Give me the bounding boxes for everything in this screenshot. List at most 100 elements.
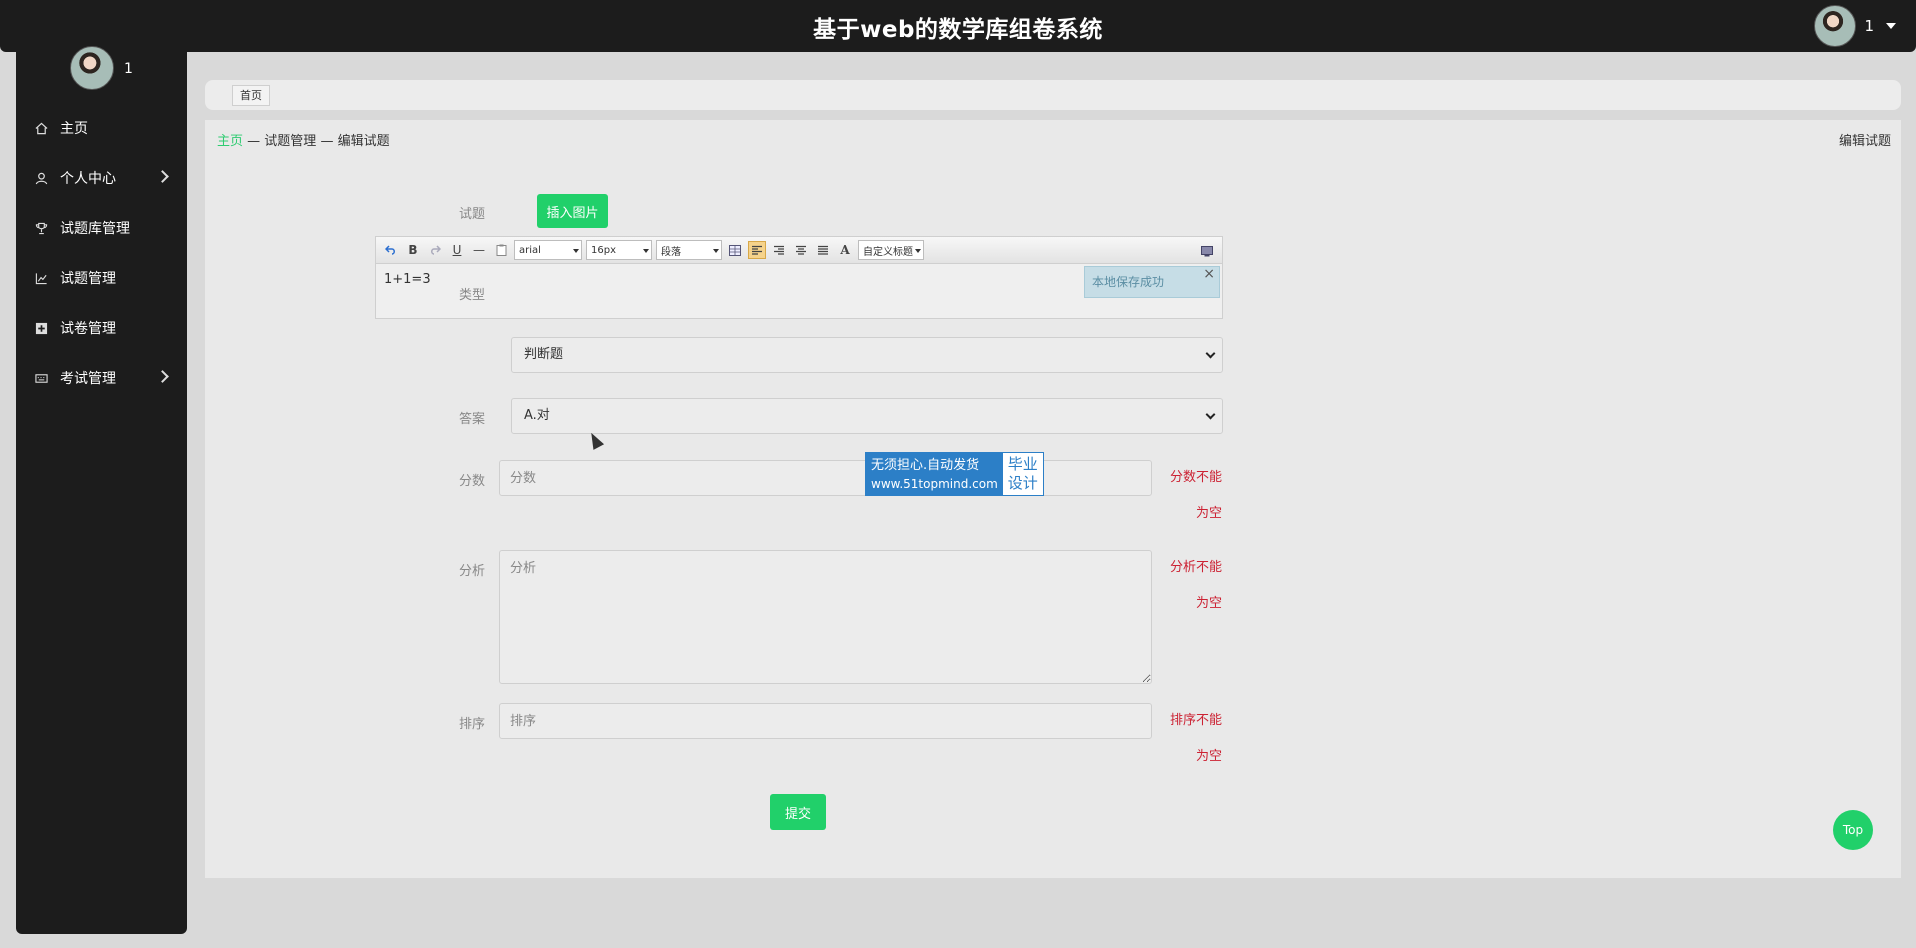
- sidebar-avatar: [70, 46, 114, 90]
- custom-title-select[interactable]: 自定义标题: [858, 240, 924, 260]
- insert-image-button[interactable]: 插入图片: [537, 194, 608, 228]
- sidebar-item-label: 试题管理: [60, 271, 116, 287]
- align-justify-icon[interactable]: [814, 241, 832, 259]
- breadcrumb-separator: —: [320, 134, 334, 149]
- watermark-left: 无须担心.自动发货 www.51topmind.com: [866, 453, 1003, 495]
- rich-text-editor: B U — arial 16px 段落 A 自定义标题 1+1=3 本地保存成功…: [375, 236, 1223, 319]
- trophy-icon: [34, 221, 48, 235]
- order-error-line2: 为空: [1195, 749, 1222, 764]
- answer-label: 答案: [458, 412, 485, 427]
- type-select[interactable]: 判断题: [511, 337, 1223, 373]
- score-error-line2: 为空: [1195, 506, 1222, 521]
- type-label: 类型: [458, 288, 485, 303]
- answer-value: A.对: [524, 408, 550, 423]
- tab-bar: 首页: [205, 80, 1901, 110]
- sidebar-item-label: 试题库管理: [60, 221, 130, 237]
- watermark-slogan: 无须担心.自动发货: [871, 458, 980, 473]
- chevron-down-icon: [643, 249, 649, 253]
- back-to-top-button[interactable]: Top: [1833, 810, 1873, 850]
- score-label: 分数: [458, 474, 485, 489]
- underline-icon[interactable]: U: [448, 241, 466, 259]
- analysis-error-line2: 为空: [1195, 596, 1222, 611]
- watermark-text1: 毕业: [1007, 455, 1038, 473]
- header-username: 1: [1864, 17, 1874, 35]
- line-chart-icon: [34, 271, 48, 285]
- sidebar-item-label: 考试管理: [60, 371, 116, 387]
- sidebar-item-label: 个人中心: [60, 171, 116, 187]
- user-icon: [34, 171, 48, 185]
- sidebar-username: 1: [124, 61, 133, 77]
- header-user-menu[interactable]: 1: [1814, 5, 1896, 47]
- tab-home[interactable]: 首页: [232, 85, 270, 106]
- chevron-down-icon: [1205, 409, 1216, 420]
- analysis-error: 分析不能 为空: [1162, 559, 1222, 613]
- order-error: 排序不能 为空: [1162, 712, 1222, 766]
- align-right-icon[interactable]: [770, 241, 788, 259]
- watermark-right: 毕业 设计: [1003, 453, 1043, 495]
- score-error-line1: 分数不能: [1169, 470, 1222, 485]
- analysis-label: 分析: [458, 564, 485, 579]
- home-icon: [34, 121, 48, 135]
- align-center-icon[interactable]: [792, 241, 810, 259]
- analysis-error-line1: 分析不能: [1169, 560, 1222, 575]
- analysis-textarea[interactable]: [499, 550, 1152, 684]
- order-error-line1: 排序不能: [1169, 713, 1222, 728]
- close-icon[interactable]: ×: [1203, 259, 1215, 289]
- score-input[interactable]: [499, 460, 1152, 496]
- header-avatar: [1814, 5, 1857, 47]
- sidebar-item-questions[interactable]: 试题管理: [16, 253, 187, 303]
- redo-icon[interactable]: [426, 241, 444, 259]
- font-family-select[interactable]: arial: [514, 240, 582, 260]
- chevron-down-icon: [915, 249, 921, 253]
- sidebar: 1 主页 个人中心 试题库管理 试题管理 试卷管理 考试管理: [16, 46, 187, 934]
- chevron-down-icon: [573, 249, 579, 253]
- chevron-down-icon: [1886, 23, 1896, 29]
- question-label: 试题: [458, 207, 485, 222]
- font-color-icon[interactable]: A: [836, 241, 854, 259]
- chevron-right-icon: [156, 370, 169, 383]
- sidebar-item-home[interactable]: 主页: [16, 103, 187, 153]
- sidebar-menu: 主页 个人中心 试题库管理 试题管理 试卷管理 考试管理: [16, 103, 187, 403]
- main-panel: 主页 — 试题管理 — 编辑试题 编辑试题 试题 插入图片 B U — aria…: [205, 120, 1901, 878]
- table-icon[interactable]: [726, 241, 744, 259]
- sidebar-item-label: 主页: [60, 121, 88, 137]
- order-input[interactable]: [499, 703, 1152, 739]
- watermark-url: www.51topmind.com: [871, 477, 998, 491]
- sidebar-profile: 1: [70, 46, 133, 90]
- local-save-toast: 本地保存成功 ×: [1084, 266, 1220, 298]
- order-label: 排序: [458, 717, 485, 732]
- align-left-icon[interactable]: [748, 241, 766, 259]
- editor-toolbar: B U — arial 16px 段落 A 自定义标题: [376, 237, 1222, 264]
- app-title: 基于web的数学库组卷系统: [813, 17, 1103, 43]
- submit-button[interactable]: 提交: [770, 794, 826, 830]
- paragraph-select[interactable]: 段落: [656, 240, 722, 260]
- custom-title-value: 自定义标题: [863, 246, 913, 258]
- chevron-down-icon: [713, 249, 719, 253]
- editor-content-area[interactable]: 1+1=3 本地保存成功 ×: [376, 264, 1222, 319]
- watermark-badge: 无须担心.自动发货 www.51topmind.com 毕业 设计: [865, 452, 1044, 496]
- paste-icon[interactable]: [492, 241, 510, 259]
- fullscreen-icon[interactable]: [1198, 242, 1216, 260]
- keyboard-icon: [34, 371, 48, 385]
- paragraph-value: 段落: [661, 246, 681, 258]
- breadcrumb: 主页 — 试题管理 — 编辑试题: [217, 130, 390, 149]
- font-family-value: arial: [519, 244, 541, 256]
- sidebar-item-label: 试卷管理: [60, 321, 116, 337]
- breadcrumb-separator: —: [247, 134, 261, 149]
- font-size-value: 16px: [591, 244, 616, 256]
- editor-content: 1+1=3: [384, 272, 431, 287]
- sidebar-item-personal-center[interactable]: 个人中心: [16, 153, 187, 203]
- toast-message: 本地保存成功: [1092, 275, 1165, 289]
- horizontal-rule-icon[interactable]: —: [470, 241, 488, 259]
- undo-icon[interactable]: [382, 241, 400, 259]
- bold-icon[interactable]: B: [404, 241, 422, 259]
- sidebar-item-exams[interactable]: 考试管理: [16, 353, 187, 403]
- breadcrumb-level1: 试题管理: [264, 134, 317, 149]
- font-size-select[interactable]: 16px: [586, 240, 652, 260]
- sidebar-item-papers[interactable]: 试卷管理: [16, 303, 187, 353]
- page-title: 编辑试题: [1838, 134, 1891, 149]
- score-error: 分数不能 为空: [1162, 469, 1222, 523]
- answer-select[interactable]: A.对: [511, 398, 1223, 434]
- breadcrumb-home-link[interactable]: 主页: [217, 134, 243, 149]
- sidebar-item-question-bank[interactable]: 试题库管理: [16, 203, 187, 253]
